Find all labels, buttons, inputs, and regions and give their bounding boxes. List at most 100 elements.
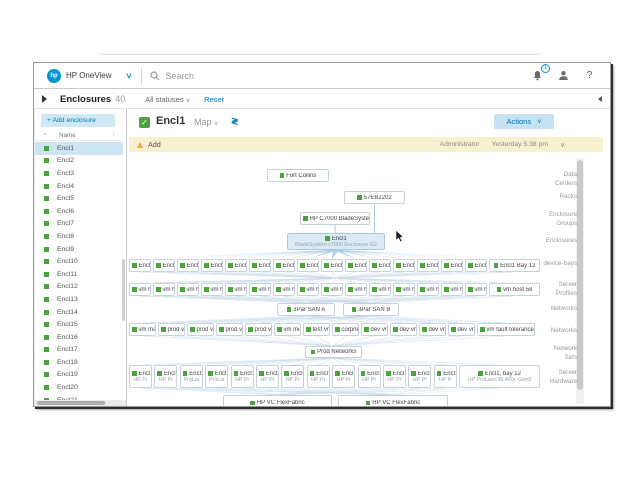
- server-profile-node[interactable]: vm hos: [225, 283, 247, 296]
- device-bay-node[interactable]: Encl1: [345, 259, 367, 272]
- sidebar-vertical-scrollbar[interactable]: [122, 259, 125, 321]
- network-node[interactable]: prod vm: [245, 323, 272, 336]
- device-bay-node[interactable]: Encl1: [273, 259, 295, 272]
- enclosure-list-item[interactable]: Encl17: [35, 344, 123, 357]
- name-column-header[interactable]: Name: [59, 132, 76, 139]
- rack-node[interactable]: 57EB2202: [344, 191, 405, 204]
- actions-button[interactable]: Actions∨: [494, 114, 554, 129]
- network-node[interactable]: dev vm4: [390, 323, 417, 336]
- network-node[interactable]: prod vm: [216, 323, 243, 336]
- enclosure-list-item[interactable]: Encl12: [35, 281, 123, 294]
- device-bay-node[interactable]: Encl1: [465, 259, 487, 272]
- collapse-panel-icon[interactable]: [598, 96, 602, 102]
- enclosure-list-item[interactable]: Encl2: [35, 155, 123, 168]
- device-bay-node[interactable]: Encl1 Bay 12: [489, 259, 540, 272]
- network-node[interactable]: vm migr: [274, 323, 301, 336]
- server-hardware-node[interactable]: Encl1,HP Pr: [154, 365, 177, 388]
- network-node[interactable]: prod vm: [187, 323, 214, 336]
- network-node[interactable]: corpnet: [332, 323, 359, 336]
- activity-chevron-icon[interactable]: ∨: [560, 141, 565, 149]
- enclosure-list-item[interactable]: Encl14: [35, 306, 123, 319]
- scrollbar-thumb[interactable]: [37, 401, 105, 405]
- enclosure-list-item[interactable]: Encl15: [35, 318, 123, 331]
- sort-icon[interactable]: ↕: [112, 132, 115, 138]
- enclosure-list-item[interactable]: Encl6: [35, 205, 123, 218]
- user-menu-button[interactable]: [557, 69, 570, 82]
- network-set-node[interactable]: Prod Networks: [305, 346, 362, 358]
- server-hardware-node[interactable]: Encl1,ProLia: [180, 365, 203, 388]
- expand-menu-icon[interactable]: [42, 95, 47, 103]
- enclosure-list-item[interactable]: Encl19: [35, 369, 123, 382]
- device-bay-node[interactable]: Encl1: [321, 259, 343, 272]
- status-filter[interactable]: All statuses ∨: [145, 95, 190, 104]
- enclosure-list-item[interactable]: Encl13: [35, 293, 123, 306]
- san-network-node[interactable]: 3Par SAN A: [277, 303, 335, 316]
- server-profile-node[interactable]: vm hos: [297, 283, 319, 296]
- device-bay-node[interactable]: Encl1: [249, 259, 271, 272]
- enclosure-list-item[interactable]: Encl3: [35, 167, 123, 180]
- server-hardware-node[interactable]: Encl1,HP Pr: [129, 365, 152, 388]
- server-profile-node[interactable]: vm hos: [465, 283, 487, 296]
- server-hardware-node[interactable]: Encl1,HP Pr: [256, 365, 279, 388]
- network-node[interactable]: prod vm: [158, 323, 185, 336]
- network-node[interactable]: dev vm: [448, 323, 475, 336]
- server-profile-node[interactable]: vm hos: [273, 283, 295, 296]
- enclosure-list-item[interactable]: Encl10: [35, 255, 123, 268]
- enclosure-group-node[interactable]: HP C7000 BladeSystem: [300, 212, 370, 225]
- server-profile-node[interactable]: vm hos: [345, 283, 367, 296]
- selected-enclosure-node[interactable]: Encl1BladeSystem c7000 Enclosure G2: [287, 233, 385, 250]
- server-profile-node[interactable]: vm hos: [369, 283, 391, 296]
- server-profile-node[interactable]: vm hos: [441, 283, 463, 296]
- enclosure-list-item[interactable]: Encl8: [35, 230, 123, 243]
- server-hardware-node[interactable]: Encl1,ProLia: [205, 365, 228, 388]
- datacenter-node[interactable]: Fort Collins: [267, 169, 329, 182]
- server-profile-node[interactable]: vm hos: [249, 283, 271, 296]
- enclosure-list-item[interactable]: Encl9: [35, 243, 123, 256]
- enclosure-list-item[interactable]: Encl18: [35, 356, 123, 369]
- activity-banner[interactable]: Add Administrator Yesterday 5:38 pm ∨: [129, 137, 603, 152]
- sidebar-horizontal-scrollbar[interactable]: [35, 400, 127, 406]
- device-bay-node[interactable]: Encl1: [441, 259, 463, 272]
- enclosure-list-item[interactable]: Encl16: [35, 331, 123, 344]
- device-bay-node[interactable]: Encl1: [297, 259, 319, 272]
- device-bay-node[interactable]: Encl1: [177, 259, 199, 272]
- enclosure-list-item[interactable]: Encl1: [35, 142, 123, 155]
- device-bay-node[interactable]: Encl1: [417, 259, 439, 272]
- brand-chevron-down-icon[interactable]: ∨: [124, 71, 132, 80]
- server-profile-node[interactable]: vm hos: [177, 283, 199, 296]
- device-bay-node[interactable]: Encl1: [225, 259, 247, 272]
- map-vertical-scrollbar[interactable]: [576, 158, 584, 404]
- search-input[interactable]: Search: [150, 71, 531, 81]
- server-hardware-node[interactable]: Encl1,HP P: [434, 365, 457, 388]
- server-hardware-node[interactable]: Encl1,HP Pr: [408, 365, 431, 388]
- reset-link[interactable]: Reset: [204, 95, 224, 104]
- enclosure-list-item[interactable]: Encl20: [35, 381, 123, 394]
- device-bay-node[interactable]: Encl1: [201, 259, 223, 272]
- server-hardware-node[interactable]: Encl1,HP Pr: [383, 365, 406, 388]
- server-hardware-node[interactable]: Encl1,HP Pr: [281, 365, 304, 388]
- relationships-toggle-icon[interactable]: ≷: [231, 116, 239, 127]
- network-node[interactable]: test vm1: [303, 323, 330, 336]
- list-header[interactable]: ▪ Name ↕: [35, 130, 123, 141]
- server-profile-node[interactable]: vm hos: [321, 283, 343, 296]
- device-bay-node[interactable]: Encl1: [129, 259, 151, 272]
- enclosure-list-item[interactable]: Encl4: [35, 180, 123, 193]
- server-profile-node[interactable]: vm hos: [417, 283, 439, 296]
- enclosure-list-item[interactable]: Encl11: [35, 268, 123, 281]
- device-bay-node[interactable]: Encl1: [153, 259, 175, 272]
- server-hardware-node[interactable]: Encl1,HP Pr: [231, 365, 254, 388]
- help-button[interactable]: ?: [583, 69, 596, 82]
- server-profile-node[interactable]: vm hos: [393, 283, 415, 296]
- server-hardware-node[interactable]: Encl1,HP Pr: [332, 365, 355, 388]
- server-hardware-node[interactable]: Encl1,HP Pr: [358, 365, 381, 388]
- enclosure-list-item[interactable]: Encl5: [35, 192, 123, 205]
- view-selector[interactable]: Map ∨: [194, 117, 218, 127]
- enclosure-list-item[interactable]: Encl7: [35, 218, 123, 231]
- network-node[interactable]: dev vm2: [419, 323, 446, 336]
- device-bay-node[interactable]: Encl1: [369, 259, 391, 272]
- server-hardware-node[interactable]: Encl1, bay 12HP ProLiant BL460c Gen8: [459, 365, 540, 388]
- network-node[interactable]: dev vm1: [361, 323, 388, 336]
- network-node[interactable]: vm fault tolerance: [477, 323, 535, 336]
- interconnect-node[interactable]: HP VC FlexFabric: [338, 395, 448, 406]
- notifications-button[interactable]: 1: [531, 69, 544, 82]
